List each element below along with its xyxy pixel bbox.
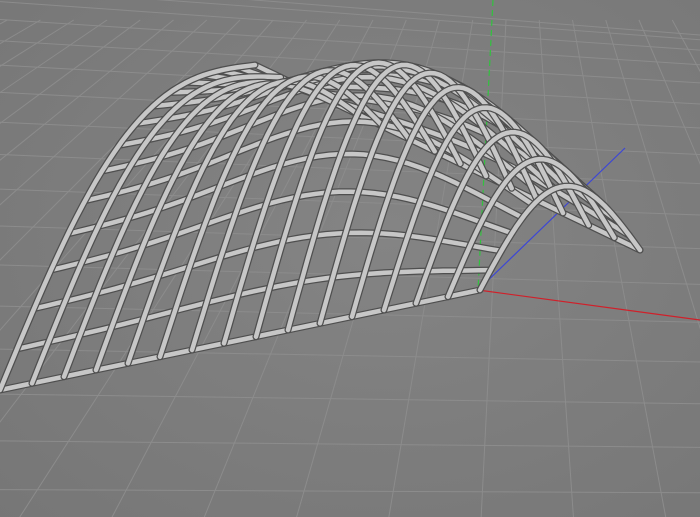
3d-viewport[interactable] — [0, 0, 700, 517]
viewport-canvas[interactable] — [0, 0, 700, 517]
